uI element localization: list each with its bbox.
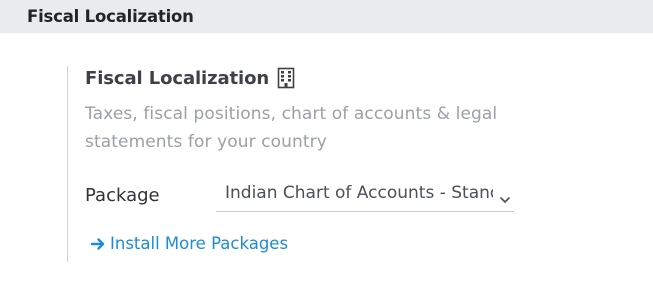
arrow-right-icon <box>90 236 106 252</box>
install-more-packages-label: Install More Packages <box>110 234 289 253</box>
building-icon <box>276 67 296 89</box>
section-header: Fiscal Localization <box>0 0 653 33</box>
setting-title: Fiscal Localization <box>85 67 270 89</box>
section-header-title: Fiscal Localization <box>27 7 194 26</box>
package-select[interactable]: Indian Chart of Accounts - Standard <box>216 181 514 212</box>
package-label: Package <box>85 185 160 206</box>
fiscal-localization-setting: Fiscal Localization Taxes, fiscal positi… <box>67 66 628 262</box>
setting-description: Taxes, fiscal positions, chart of accoun… <box>85 104 498 152</box>
setting-title-row: Fiscal Localization <box>85 67 296 89</box>
package-field-row: Package Indian Chart of Accounts - Stand… <box>85 181 565 213</box>
package-select-value: Indian Chart of Accounts - Standard <box>225 183 493 203</box>
install-more-packages-link[interactable]: Install More Packages <box>90 234 288 253</box>
chevron-down-icon <box>499 191 511 203</box>
